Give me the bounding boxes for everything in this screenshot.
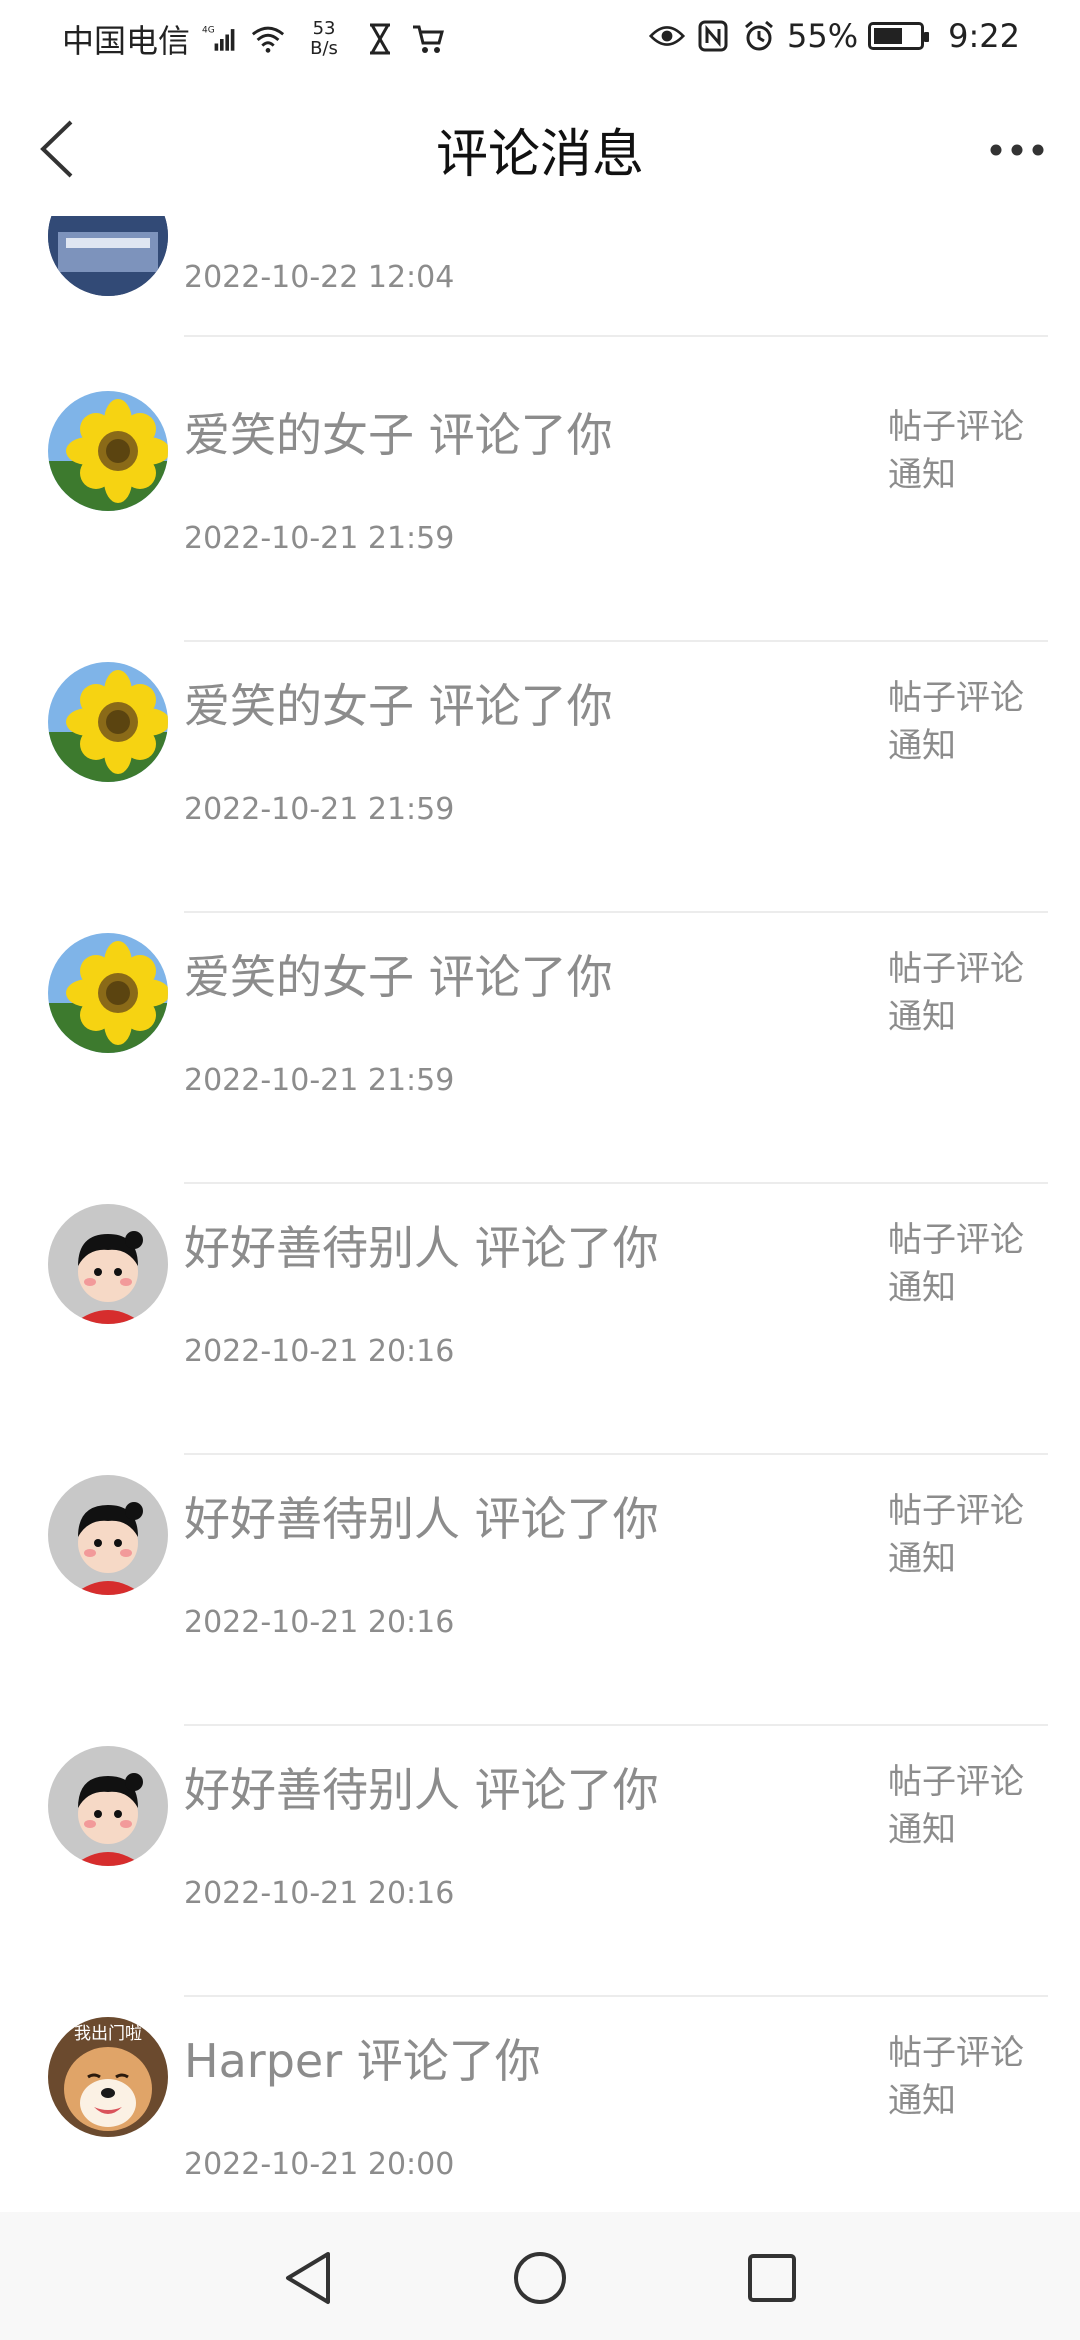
battery-icon xyxy=(868,22,930,50)
sunflower-avatar xyxy=(48,391,168,511)
item-type-line1: 帖子评论 xyxy=(888,2033,1024,2073)
item-type: 帖子评论 通知 xyxy=(888,1487,1038,1583)
item-type: 帖子评论 通知 xyxy=(888,403,1038,499)
more-button[interactable] xyxy=(982,120,1052,180)
system-nav-bar xyxy=(0,2212,1080,2340)
item-type-line2: 通知 xyxy=(888,1539,956,1579)
divider xyxy=(184,335,1048,337)
avatar xyxy=(48,933,168,1053)
item-type-line2: 通知 xyxy=(888,455,956,495)
avatar: 我出门啦 xyxy=(48,2017,168,2137)
avatar xyxy=(48,216,168,296)
item-type-line2: 通知 xyxy=(888,997,956,1037)
item-time: 2022-10-21 20:16 xyxy=(184,1334,455,1369)
item-type-line1: 帖子评论 xyxy=(888,1220,1024,1260)
avatar xyxy=(48,662,168,782)
avatar xyxy=(48,1746,168,1866)
signal-icon: 4G xyxy=(202,19,238,59)
list-item[interactable]: 爱笑的女子 评论了你 帖子评论 通知 2022-10-21 21:59 xyxy=(0,642,1080,913)
cart-icon xyxy=(410,19,446,59)
list-item[interactable]: 爱笑的女子 评论了你 帖子评论 通知 2022-10-21 21:59 xyxy=(0,371,1080,642)
item-title: Harper 评论了你 xyxy=(184,2034,541,2088)
list-item[interactable]: 我出门啦 Harper 评论了你 帖子评论 通知 2022-10-21 20:0… xyxy=(0,1997,1080,2212)
item-title: 爱笑的女子 评论了你 xyxy=(184,408,613,462)
item-type-line1: 帖子评论 xyxy=(888,949,1024,989)
network-type: 4G xyxy=(202,26,215,36)
comment-message-list[interactable]: 2022-10-22 12:04 爱笑的女子 评论了你 帖子评论 通知 2022… xyxy=(0,216,1080,2212)
item-title: 好好善待别人 评论了你 xyxy=(184,1763,659,1817)
more-dots-icon xyxy=(990,144,1044,156)
cartoon-girl-avatar xyxy=(48,1475,168,1595)
dog-avatar: 我出门啦 xyxy=(48,2017,168,2137)
item-type-line2: 通知 xyxy=(888,1268,956,1308)
item-type-line1: 帖子评论 xyxy=(888,1491,1024,1531)
item-time: 2022-10-21 20:16 xyxy=(184,1605,455,1640)
item-title: 爱笑的女子 评论了你 xyxy=(184,950,613,1004)
list-item[interactable]: 好好善待别人 评论了你 帖子评论 通知 2022-10-21 20:16 xyxy=(0,1455,1080,1726)
network-speed: 53 B/s xyxy=(298,19,350,59)
speed-value: 53 xyxy=(312,18,336,39)
wifi-icon xyxy=(250,19,286,59)
nfc-icon xyxy=(695,16,731,56)
battery-percent: 55% xyxy=(787,17,859,55)
sunflower-avatar xyxy=(48,933,168,1053)
item-type: 帖子评论 通知 xyxy=(888,2029,1038,2125)
item-time: 2022-10-22 12:04 xyxy=(184,260,455,295)
item-time: 2022-10-21 21:59 xyxy=(184,1063,455,1098)
avatar xyxy=(48,1475,168,1595)
page-title: 评论消息 xyxy=(435,125,644,185)
cartoon-girl-avatar xyxy=(48,1746,168,1866)
list-item[interactable]: 好好善待别人 评论了你 帖子评论 通知 2022-10-21 20:16 xyxy=(0,1726,1080,1997)
nav-home-button[interactable] xyxy=(508,2246,572,2310)
app-header: 评论消息 xyxy=(0,76,1080,216)
nav-back-button[interactable] xyxy=(276,2246,340,2310)
screen: 中国电信 4G 53 B/s 55% 9:22 评论消息 2022-10-22 … xyxy=(0,0,1080,2340)
status-bar: 中国电信 4G 53 B/s 55% 9:22 xyxy=(0,0,1080,76)
item-type: 帖子评论 通知 xyxy=(888,1216,1038,1312)
item-type-line1: 帖子评论 xyxy=(888,678,1024,718)
speed-unit: B/s xyxy=(310,38,338,59)
clock: 9:22 xyxy=(948,17,1020,55)
list-item[interactable]: 好好善待别人 评论了你 帖子评论 通知 2022-10-21 20:16 xyxy=(0,1184,1080,1455)
item-type-line2: 通知 xyxy=(888,2081,956,2121)
item-title: 爱笑的女子 评论了你 xyxy=(184,679,613,733)
item-title: 好好善待别人 评论了你 xyxy=(184,1492,659,1546)
list-item[interactable]: 2022-10-22 12:04 xyxy=(0,216,1080,337)
avatar-caption: 我出门啦 xyxy=(74,2024,142,2044)
eye-icon xyxy=(649,16,686,56)
item-title: 好好善待别人 评论了你 xyxy=(184,1221,659,1275)
item-time: 2022-10-21 20:00 xyxy=(184,2147,455,2182)
item-type: 帖子评论 通知 xyxy=(888,1758,1038,1854)
item-time: 2022-10-21 20:16 xyxy=(184,1876,455,1911)
avatar xyxy=(48,391,168,511)
circle-home-icon xyxy=(514,2252,566,2304)
alarm-icon xyxy=(741,16,777,56)
item-type: 帖子评论 通知 xyxy=(888,674,1038,770)
square-recent-icon xyxy=(748,2254,796,2302)
cartoon-girl-avatar xyxy=(48,1204,168,1324)
item-type-line1: 帖子评论 xyxy=(888,407,1024,447)
item-time: 2022-10-21 21:59 xyxy=(184,521,455,556)
item-time: 2022-10-21 21:59 xyxy=(184,792,455,827)
hourglass-icon xyxy=(362,19,398,59)
item-type-line2: 通知 xyxy=(888,726,956,766)
item-type: 帖子评论 通知 xyxy=(888,945,1038,1041)
avatar xyxy=(48,1204,168,1324)
list-item[interactable]: 爱笑的女子 评论了你 帖子评论 通知 2022-10-21 21:59 xyxy=(0,913,1080,1184)
item-type-line1: 帖子评论 xyxy=(888,1762,1024,1802)
item-type-line2: 通知 xyxy=(888,1810,956,1850)
nav-recent-button[interactable] xyxy=(740,2246,804,2310)
carrier-label: 中国电信 xyxy=(62,22,191,60)
sunflower-avatar xyxy=(48,662,168,782)
triangle-back-icon xyxy=(286,2252,330,2304)
